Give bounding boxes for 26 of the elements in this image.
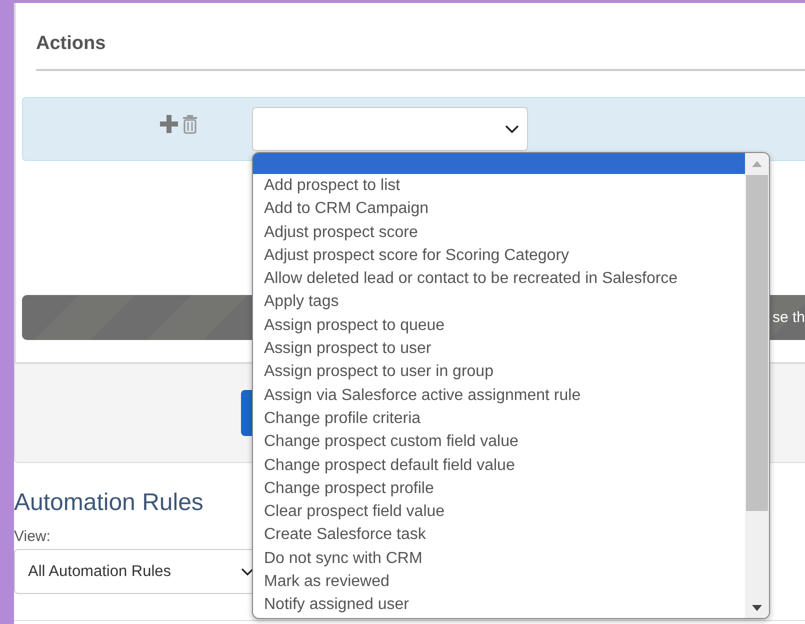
view-label: View: [14,528,50,545]
dropdown-option[interactable]: Add to CRM Campaign [253,197,745,221]
dropdown-option[interactable]: Allow deleted lead or contact to be recreated in Salesforce [253,267,745,290]
dropdown-option[interactable]: Change prospect custom field value [253,430,745,454]
dropdown-option[interactable]: Assign prospect to queue [253,314,745,338]
section-title: Actions [35,32,107,56]
chevron-down-icon [241,568,254,576]
dropdown-option[interactable]: Notify assigned user [253,593,745,617]
dropdown-option[interactable]: Adjust prospect score [253,220,745,244]
banner-text: se th [772,309,805,326]
section-title: Automation Rules [14,488,204,518]
dropdown-option[interactable]: Assign via Salesforce active assignment rule [253,384,745,407]
dropdown-option[interactable]: Create Salesforce task [253,523,745,547]
dropdown-option[interactable]: Assign prospect to user [253,337,745,360]
dropdown-option[interactable]: Change profile criteria [253,406,745,430]
dropdown-option[interactable]: Add prospect to list [253,174,745,198]
trash-icon[interactable] [182,114,198,134]
dropdown-option[interactable]: Assign prospect to user in group [253,360,745,384]
dropdown-option[interactable]: Change prospect default field value [253,454,745,477]
dropdown-option[interactable]: Clear prospect field value [253,500,745,524]
dropdown-option[interactable]: Adjust prospect score for Scoring Category [253,244,745,268]
add-icon[interactable] [160,115,178,133]
dropdown-option[interactable]: Apply tags [253,290,745,314]
dropdown-option[interactable]: Change prospect profile [253,476,745,500]
scrollbar[interactable] [745,153,769,618]
chevron-down-icon [505,124,519,134]
